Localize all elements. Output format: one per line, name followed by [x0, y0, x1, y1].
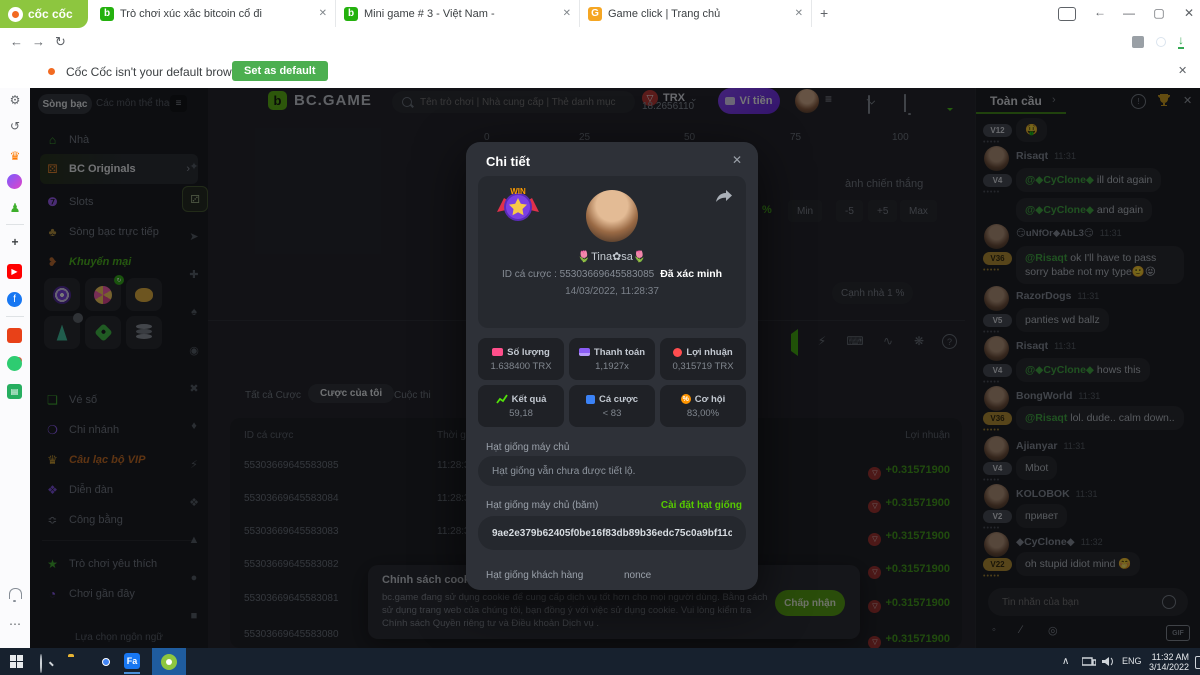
modal-close-icon[interactable]: ✕: [732, 153, 742, 167]
window-minimize-button[interactable]: —: [1116, 6, 1142, 20]
notification-text: Cốc Cốc isn't your default browser: [66, 65, 248, 79]
facebook-icon[interactable]: f: [7, 292, 22, 307]
window-maximize-button[interactable]: ▢: [1146, 6, 1172, 20]
strip-more-icon[interactable]: ⋯: [7, 616, 23, 632]
recent-tabs-icon[interactable]: ←: [1094, 5, 1106, 19]
svg-text:WIN: WIN: [510, 187, 526, 196]
keyboard-language[interactable]: ENG: [1122, 656, 1142, 666]
share-icon[interactable]: [716, 190, 732, 204]
verified-badge: Đã xác minh: [660, 268, 722, 280]
tab-close-icon[interactable]: ✕: [795, 8, 803, 19]
bcgame-favicon: b: [344, 7, 358, 21]
tab-search-icon[interactable]: [1058, 7, 1076, 21]
strip-bell-icon[interactable]: [9, 588, 22, 599]
nonce-label: nonce: [624, 570, 651, 581]
game-favicon: G: [588, 7, 602, 21]
bet-stats-grid: Số lượng 1.638400 TRX Thanh toán 1,1927x…: [478, 338, 746, 427]
notification-close-icon[interactable]: ✕: [1178, 64, 1187, 77]
windows-taskbar: Fa ∧ ENG 11:32 AM 3/14/2022: [0, 648, 1200, 675]
screen: cốc cốc b Trò chơi xúc xắc bitcoin cổ đi…: [0, 0, 1200, 675]
news-app-icon[interactable]: ▤: [7, 384, 22, 399]
browser-tab-1[interactable]: b Trò chơi xúc xắc bitcoin cổ đi ✕: [92, 0, 336, 27]
tab-title: Game click | Trang chủ: [608, 8, 789, 20]
crown-icon[interactable]: ♛: [7, 148, 23, 164]
bet-date: 14/03/2022, 11:28:37: [478, 286, 746, 297]
shopping-app-icon[interactable]: [7, 328, 22, 343]
seed-settings-link[interactable]: Cài đặt hạt giống: [661, 500, 742, 511]
stat-result: Kết quả 59,18: [478, 385, 564, 427]
coccoc-logo[interactable]: cốc cốc: [0, 0, 88, 28]
window-close-button[interactable]: ✕: [1176, 6, 1200, 20]
browser-address-bar: ← → ↻ bc.game/classic-dice A ☆ ↓ ↓: [0, 28, 1200, 57]
coccoc-owl-icon: [8, 7, 23, 22]
hashed-seed-label: Hạt giống máy chủ (băm): [486, 500, 598, 511]
tray-expand-icon[interactable]: ∧: [1062, 656, 1069, 667]
stat-bet: Cá cược < 83: [569, 385, 655, 427]
result-chart-icon: [496, 394, 508, 404]
tab-close-icon[interactable]: ✕: [563, 8, 571, 19]
add-app-icon[interactable]: +: [7, 234, 23, 250]
browser-app-icon[interactable]: [7, 356, 22, 371]
player-username: 🌷Tina✿sa🌷: [478, 250, 746, 263]
tab-close-icon[interactable]: ✕: [319, 8, 327, 19]
payout-icon: [579, 348, 590, 356]
forward-icon[interactable]: →: [32, 34, 45, 49]
amount-icon: [492, 348, 503, 356]
gear-icon[interactable]: ⚙: [7, 92, 23, 108]
facebook-app-icon[interactable]: Fa: [124, 653, 140, 669]
taskbar-clock[interactable]: 11:32 AM 3/14/2022: [1143, 652, 1189, 672]
coccoc-brand-text: cốc cốc: [28, 7, 73, 21]
strip-divider: [6, 224, 24, 225]
win-badge: WIN: [496, 186, 540, 224]
taskbar-search-icon[interactable]: [40, 654, 42, 673]
strip-divider: [6, 316, 24, 317]
browser-tab-bar: cốc cốc b Trò chơi xúc xắc bitcoin cổ đi…: [0, 0, 1200, 29]
bet-icon: [586, 395, 595, 404]
volume-icon[interactable]: [1102, 656, 1114, 667]
new-tab-button[interactable]: +: [820, 5, 828, 21]
back-icon[interactable]: ←: [10, 34, 23, 49]
bcgame-site: Sòng bạc Các môn thể thao ≡ ⌂ Nhà ⚄ BC O…: [30, 88, 1200, 648]
default-browser-notification: Cốc Cốc isn't your default browser Set a…: [0, 56, 1200, 89]
bet-id[interactable]: ID cá cược : 55303669645583085: [502, 269, 654, 280]
bcgame-favicon: b: [100, 7, 114, 21]
bet-details-modal: Chi tiết ✕ WIN 🌷Tina✿sa🌷 ID cá cược : 55…: [466, 142, 758, 590]
server-seed-field[interactable]: Hạt giống vẫn chưa được tiết lộ.: [478, 456, 746, 486]
hashed-seed-field[interactable]: 9ae2e379b62405f0be16f83db89b36edc75c0a9b…: [478, 516, 746, 550]
set-as-default-button[interactable]: Set as default: [232, 61, 328, 81]
bet-summary-card: WIN 🌷Tina✿sa🌷 ID cá cược : 5530366964558…: [478, 176, 746, 328]
extensions-icon[interactable]: [1132, 36, 1144, 48]
coccoc-side-strip: ⚙ ↺ ♛ ♟ + ▶ f ▤ ⋯: [0, 88, 31, 648]
start-button[interactable]: [10, 655, 23, 668]
chance-icon: %: [681, 394, 691, 404]
downloads-icon[interactable]: ↓: [1178, 35, 1184, 49]
stat-payout: Thanh toán 1,1927x: [569, 338, 655, 380]
stat-profit: Lợi nhuận 0,315719 TRX: [660, 338, 746, 380]
tab-title: Mini game # 3 - Việt Nam -: [364, 8, 557, 20]
browser-tab-2[interactable]: b Mini game # 3 - Việt Nam - ✕: [336, 0, 580, 27]
reload-icon[interactable]: ↻: [55, 34, 66, 50]
stat-chance: %Cơ hội 83,00%: [660, 385, 746, 427]
messenger-icon[interactable]: [7, 174, 22, 189]
gamepad-icon[interactable]: ♟: [7, 200, 23, 216]
coccoc-taskbar-icon[interactable]: [152, 648, 186, 675]
network-icon[interactable]: [1082, 656, 1096, 667]
stat-amount: Số lượng 1.638400 TRX: [478, 338, 564, 380]
profit-icon: [673, 348, 682, 357]
browser-tab-3[interactable]: G Game click | Trang chủ ✕: [580, 0, 812, 27]
action-center-icon[interactable]: [1195, 656, 1200, 669]
client-seed-label: Hạt giống khách hàng: [486, 570, 583, 581]
clock-time: 11:32 AM: [1152, 652, 1189, 662]
player-avatar: [586, 190, 638, 242]
youtube-icon[interactable]: ▶: [7, 264, 22, 279]
modal-title: Chi tiết: [486, 154, 530, 169]
clock-date: 3/14/2022: [1149, 662, 1189, 672]
server-seed-label: Hạt giống máy chủ: [486, 442, 569, 453]
tab-title: Trò chơi xúc xắc bitcoin cổ đi: [120, 8, 313, 20]
history-icon[interactable]: ↺: [7, 118, 23, 134]
